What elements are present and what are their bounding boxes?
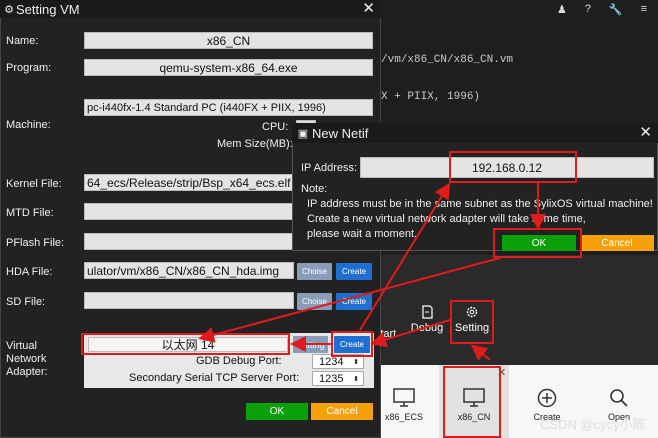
arrow-setting-to-create [370,319,451,348]
arrow-ok-to-adapter [198,257,501,343]
annotation-arrows [198,182,546,361]
csdn-watermark: CSDN @cycy小陈 [540,417,646,432]
arrow-tile-to-setting [470,344,491,361]
arrow-create-to-ip [359,182,451,331]
